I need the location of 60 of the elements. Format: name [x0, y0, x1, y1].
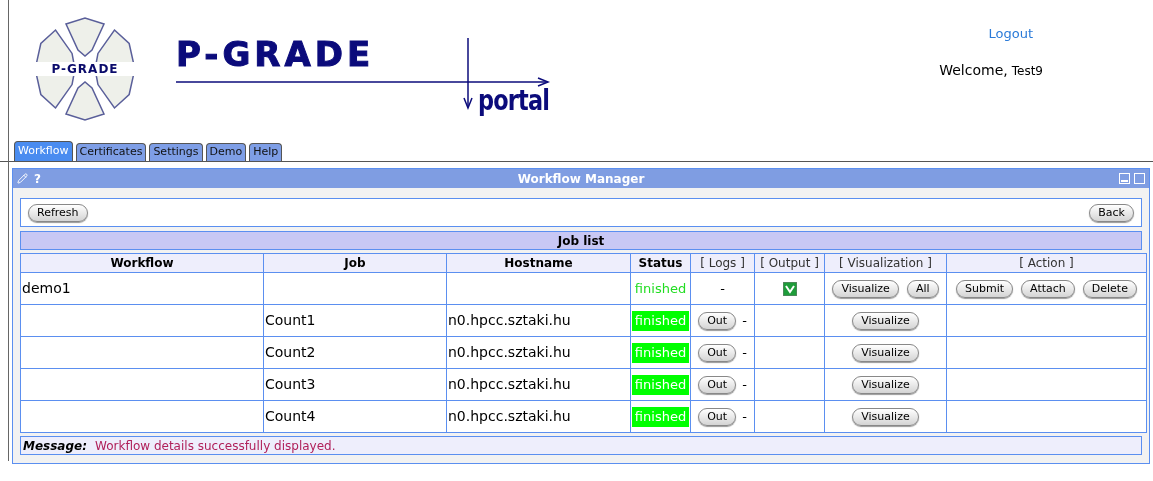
out-button[interactable]: Out — [698, 375, 737, 394]
table-cell: n0.hpcc.sztaki.hu — [446, 400, 631, 433]
table-cell: Count2 — [263, 336, 447, 369]
logs-dash: - — [742, 311, 747, 330]
logs-dash: - — [742, 407, 747, 426]
status-badge: finished — [632, 310, 689, 331]
nav-tab[interactable]: Help — [249, 143, 283, 161]
table-cell: Count1 — [263, 304, 447, 337]
nav-tab[interactable]: Certificates — [75, 143, 147, 161]
table-cell: demo1 — [20, 272, 264, 305]
logs-dash: - — [742, 375, 747, 394]
panel-title: Workflow Manager — [517, 170, 645, 188]
brand-title: P-GRADE — [176, 36, 375, 72]
table-cell: n0.hpcc.sztaki.hu — [446, 336, 631, 369]
back-button[interactable]: Back — [1089, 203, 1134, 222]
logs-dash: - — [742, 343, 747, 362]
edit-icon[interactable] — [17, 173, 28, 184]
visualize-button[interactable]: Visualize — [852, 407, 919, 426]
visualize-button[interactable]: Visualize — [852, 375, 919, 394]
out-button[interactable]: Out — [698, 407, 737, 426]
visualize-button[interactable]: Visualize — [852, 311, 919, 330]
refresh-button[interactable]: Refresh — [28, 203, 88, 222]
out-button[interactable]: Out — [698, 311, 737, 330]
column-header: Workflow — [20, 253, 264, 273]
action-button[interactable]: Attach — [1021, 279, 1075, 298]
user-name: Test9 — [1011, 62, 1043, 80]
column-header: [ Visualization ] — [824, 253, 947, 273]
minimize-icon[interactable] — [1119, 173, 1130, 184]
logo-text: P-GRADE — [34, 62, 136, 76]
logout-link[interactable]: Logout — [988, 24, 1033, 44]
table-cell: Count4 — [263, 400, 447, 433]
out-button[interactable]: Out — [698, 343, 737, 362]
status-badge: finished — [632, 342, 689, 363]
column-header: [ Action ] — [946, 253, 1147, 273]
output-checkbox[interactable] — [782, 282, 797, 297]
action-button[interactable]: Submit — [956, 279, 1014, 298]
visualize-button[interactable]: Visualize — [852, 343, 919, 362]
maximize-icon[interactable] — [1134, 173, 1145, 184]
status-text: finished — [634, 280, 687, 296]
logs-dash: - — [720, 279, 725, 298]
message-label: Message: — [23, 437, 87, 455]
action-button[interactable]: Delete — [1082, 279, 1137, 298]
column-header: Status — [630, 253, 691, 273]
status-badge: finished — [632, 374, 689, 395]
brand-subtitle: portal — [478, 86, 550, 116]
message-text: Workflow details successfully displayed. — [95, 437, 336, 455]
visualize-button[interactable]: Visualize — [832, 279, 899, 298]
status-badge: finished — [632, 406, 689, 427]
table-cell: Count3 — [263, 368, 447, 401]
welcome-text: Welcome, — [939, 60, 1008, 80]
table-cell: n0.hpcc.sztaki.hu — [446, 368, 631, 401]
column-header: Hostname — [446, 253, 631, 273]
table-cell: n0.hpcc.sztaki.hu — [446, 304, 631, 337]
column-header: [ Logs ] — [690, 253, 755, 273]
nav-tab[interactable]: Settings — [149, 143, 203, 161]
table-title: Job list — [557, 232, 605, 250]
column-header: Job — [263, 253, 447, 273]
nav-tab[interactable]: Demo — [205, 143, 247, 161]
visualize-button[interactable]: All — [906, 279, 939, 298]
column-header: [ Output ] — [754, 253, 825, 273]
